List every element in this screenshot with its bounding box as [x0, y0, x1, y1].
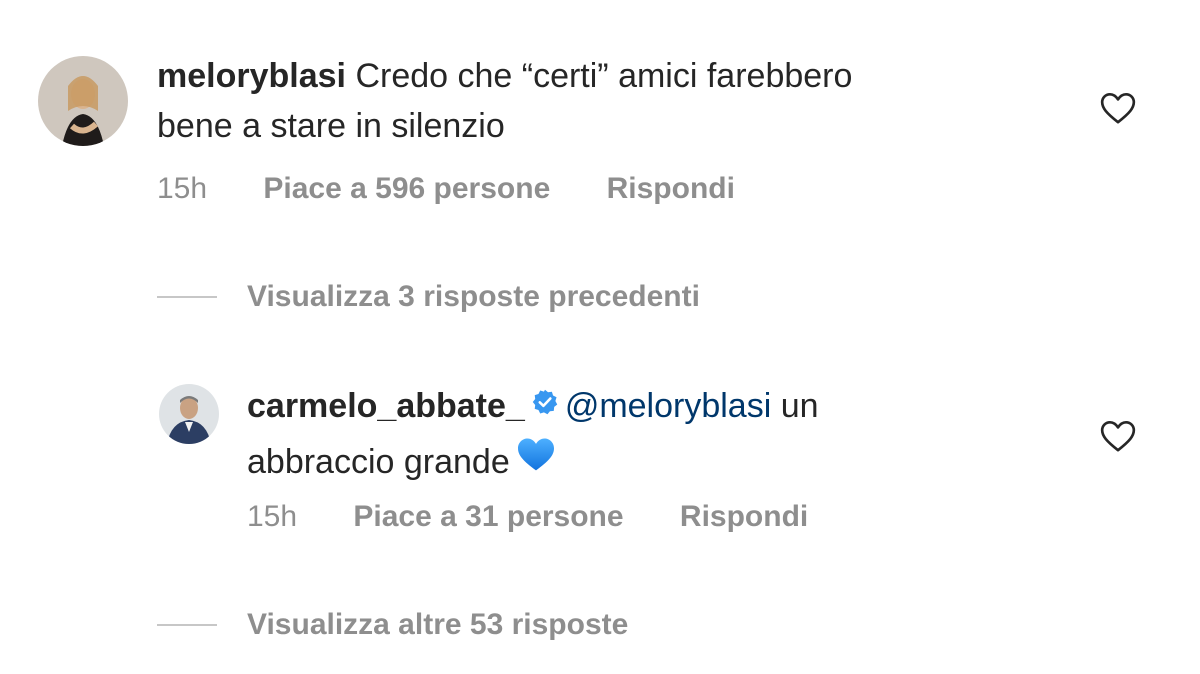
- divider-line: [157, 624, 217, 626]
- view-replies-label: Visualizza 3 risposte precedenti: [247, 280, 700, 313]
- username[interactable]: carmelo_abbate_: [247, 387, 525, 425]
- username[interactable]: meloryblasi: [157, 57, 346, 95]
- likes-count[interactable]: Piace a 596 persone: [263, 172, 550, 206]
- comment-meta: 15h Piace a 596 persone Rispondi: [157, 172, 735, 206]
- verified-badge-icon: [531, 380, 559, 430]
- comment-body-line1: un: [780, 386, 819, 425]
- view-more-replies-button[interactable]: Visualizza altre 53 risposte: [157, 605, 628, 645]
- avatar-carmelo-abbate[interactable]: [159, 384, 219, 444]
- view-replies-label: Visualizza altre 53 risposte: [247, 608, 629, 641]
- timestamp: 15h: [247, 500, 298, 533]
- comment-text: meloryblasi Credo che “certi” amici fare…: [157, 51, 852, 151]
- timestamp: 15h: [157, 172, 208, 205]
- comment-text: carmelo_abbate_ @meloryblasi un abbracci…: [247, 380, 819, 492]
- mention-link[interactable]: @meloryblasi: [565, 387, 771, 425]
- comment-body-line1: Credo che “certi” amici farebbero: [355, 57, 853, 95]
- comment-body-line2: bene a stare in silenzio: [157, 107, 505, 145]
- view-previous-replies-button[interactable]: Visualizza 3 risposte precedenti: [157, 277, 700, 317]
- reply-button[interactable]: Rispondi: [607, 172, 735, 206]
- blue-heart-emoji: [516, 436, 556, 486]
- avatar-meloryblasi[interactable]: [38, 56, 128, 146]
- comment-meta: 15h Piace a 31 persone Rispondi: [247, 500, 808, 534]
- heart-outline-icon[interactable]: [1098, 416, 1138, 456]
- divider-line: [157, 296, 217, 298]
- likes-count[interactable]: Piace a 31 persone: [353, 500, 623, 534]
- reply-button[interactable]: Rispondi: [680, 500, 808, 534]
- heart-outline-icon[interactable]: [1098, 88, 1138, 128]
- comment-body-line2: abbraccio grande: [247, 442, 510, 481]
